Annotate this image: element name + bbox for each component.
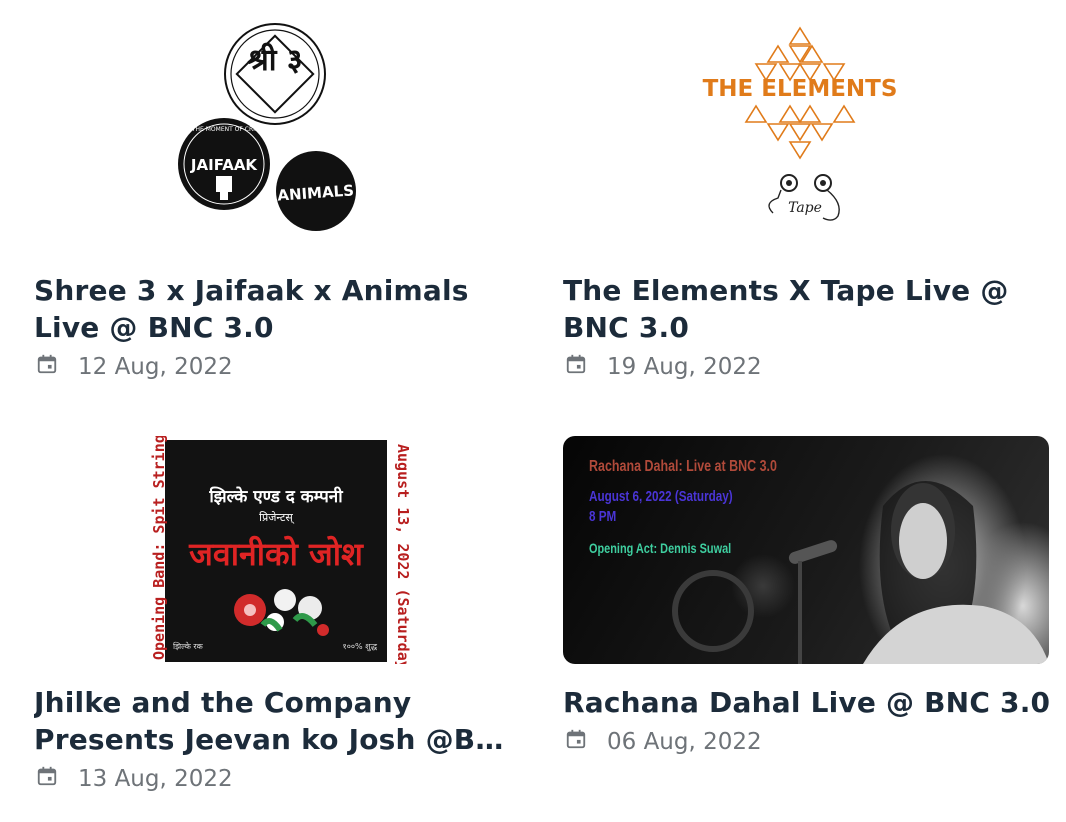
- elements-logo-image: THE ELEMENTS Tape: [703, 26, 898, 221]
- event-card-rachana[interactable]: Rachana Dahal: Live at BNC 3.0 August 6,…: [563, 436, 1053, 757]
- jaifaak-badge: IN THE MOMENT OF CRISIS JAIFAAK: [178, 118, 270, 210]
- event-date: 06 Aug, 2022: [563, 727, 1053, 757]
- events-grid: श्री ३ IN THE MOMENT OF CRISIS JAIFAAK A…: [0, 0, 1066, 822]
- jaifaak-wordmark: JAIFAAK: [190, 156, 259, 174]
- event-title[interactable]: The Elements X Tape Live @ BNC 3.0: [563, 272, 1053, 346]
- jhilke-poster: झिल्के एण्ड द कम्पनी प्रिजेन्टस् जवानीको…: [165, 440, 387, 662]
- poster-headline: जवानीको जोश: [189, 535, 363, 573]
- event-title[interactable]: Shree 3 x Jaifaak x Animals Live @ BNC 3…: [34, 272, 524, 346]
- event-card-elements[interactable]: THE ELEMENTS Tape The Elements X Tape Li…: [563, 18, 1053, 382]
- photo-line-2: August 6, 2022 (Saturday): [589, 488, 733, 505]
- event-image[interactable]: श्री ३ IN THE MOMENT OF CRISIS JAIFAAK A…: [34, 18, 520, 246]
- event-card-shree3[interactable]: श्री ३ IN THE MOMENT OF CRISIS JAIFAAK A…: [34, 18, 524, 382]
- tape-wordmark: Tape: [788, 200, 822, 216]
- photo-line-4: Opening Act: Dennis Suwal: [589, 540, 732, 556]
- poster-right-vertical: August 13, 2022 (Saturday): [394, 444, 412, 664]
- photo-line-3: 8 PM: [589, 508, 617, 525]
- event-date: 19 Aug, 2022: [563, 352, 1053, 382]
- photo-line-1: Rachana Dahal: Live at BNC 3.0: [589, 458, 777, 475]
- event-image[interactable]: THE ELEMENTS Tape: [563, 18, 1049, 246]
- event-date-text: 06 Aug, 2022: [607, 729, 762, 755]
- shree3-seal: श्री ३: [224, 23, 326, 125]
- poster-footer-left: झिल्के रक: [173, 642, 203, 651]
- event-title[interactable]: Jhilke and the Company Presents Jeevan k…: [34, 684, 524, 758]
- event-image[interactable]: Rachana Dahal: Live at BNC 3.0 August 6,…: [563, 436, 1049, 664]
- event-date: 13 Aug, 2022: [34, 764, 524, 794]
- calendar-icon: [566, 354, 586, 374]
- calendar-icon: [566, 729, 586, 749]
- event-image[interactable]: झिल्के एण्ड द कम्पनी प्रिजेन्टस् जवानीको…: [34, 436, 520, 664]
- calendar-icon: [37, 354, 57, 374]
- poster-footer-right: १००% शुद्ध: [342, 642, 377, 651]
- jaifaak-tagline: IN THE MOMENT OF CRISIS: [184, 126, 265, 133]
- event-title[interactable]: Rachana Dahal Live @ BNC 3.0: [563, 684, 1053, 721]
- event-date-text: 19 Aug, 2022: [607, 354, 762, 380]
- tape-logo: Tape: [768, 174, 840, 221]
- event-card-jhilke[interactable]: झिल्के एण्ड द कम्पनी प्रिजेन्टस् जवानीको…: [34, 436, 524, 794]
- seal-text: श्री ३: [247, 42, 302, 78]
- poster-left-vertical: Opening Band: Spit Strings: [150, 436, 168, 660]
- event-date-text: 13 Aug, 2022: [78, 766, 233, 792]
- flower-illustration: [234, 589, 329, 636]
- animals-badge: ANIMALS: [276, 151, 356, 231]
- event-date-text: 12 Aug, 2022: [78, 354, 233, 380]
- calendar-icon: [37, 766, 57, 786]
- elements-wordmark: THE ELEMENTS: [703, 76, 898, 102]
- poster-header: झिल्के एण्ड द कम्पनी: [209, 487, 343, 507]
- poster-subheader: प्रिजेन्टस्: [259, 511, 293, 524]
- event-date: 12 Aug, 2022: [34, 352, 524, 382]
- rachana-photo: Rachana Dahal: Live at BNC 3.0 August 6,…: [563, 436, 1049, 664]
- band-logos-image: श्री ३ IN THE MOMENT OF CRISIS JAIFAAK A…: [178, 23, 356, 231]
